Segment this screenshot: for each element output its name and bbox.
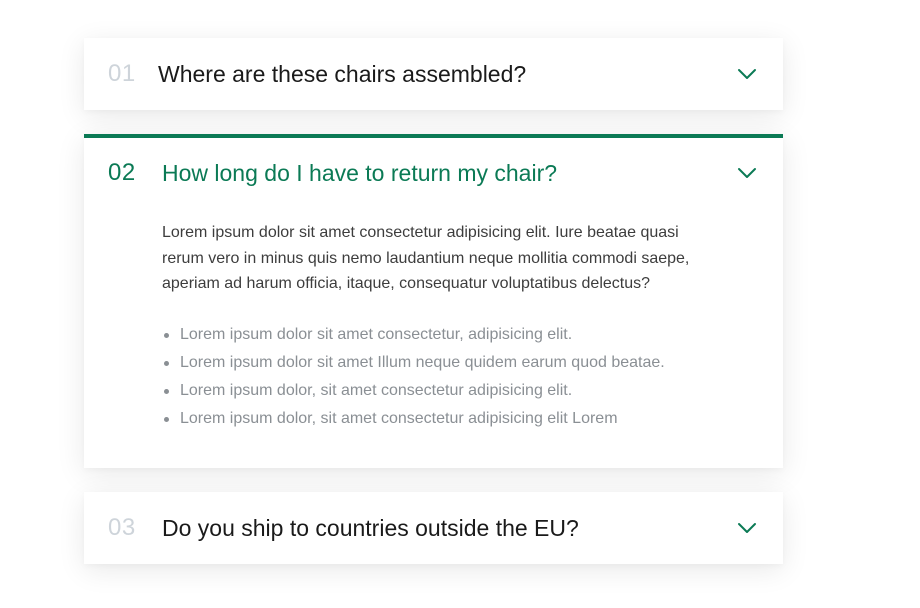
faq-item-3: 03 Do you ship to countries outside the … [84, 492, 783, 564]
chevron-down-icon[interactable] [737, 522, 757, 534]
list-item: Lorem ipsum dolor sit amet Illum neque q… [164, 349, 713, 377]
list-item: Lorem ipsum dolor, sit amet consectetur … [164, 377, 713, 405]
faq-item-2-header[interactable]: 02 How long do I have to return my chair… [84, 138, 783, 208]
list-item: Lorem ipsum dolor sit amet consectetur, … [164, 321, 713, 349]
faq-accordion: 01 Where are these chairs assembled? 02 … [84, 38, 783, 564]
faq-item-2: 02 How long do I have to return my chair… [84, 134, 783, 468]
faq-item-question: Do you ship to countries outside the EU? [162, 514, 579, 541]
chevron-down-icon[interactable] [737, 167, 757, 179]
list-item: Lorem ipsum dolor, sit amet consectetur … [164, 405, 713, 433]
answer-paragraph: Lorem ipsum dolor sit amet consectetur a… [162, 224, 690, 293]
faq-item-question: Where are these chairs assembled? [158, 60, 527, 87]
faq-item-number: 03 [108, 514, 136, 541]
faq-item-1: 01 Where are these chairs assembled? [84, 38, 783, 110]
chevron-down-icon[interactable] [737, 68, 757, 80]
faq-item-3-header[interactable]: 03 Do you ship to countries outside the … [84, 492, 783, 564]
answer-bullet-list: Lorem ipsum dolor sit amet consectetur, … [162, 321, 713, 433]
faq-item-number: 01 [108, 60, 136, 87]
faq-item-answer: Lorem ipsum dolor sit amet consectetur a… [84, 220, 783, 433]
faq-item-1-header[interactable]: 01 Where are these chairs assembled? [84, 38, 783, 110]
faq-item-question: How long do I have to return my chair? [162, 159, 558, 186]
faq-item-number: 02 [108, 159, 136, 186]
